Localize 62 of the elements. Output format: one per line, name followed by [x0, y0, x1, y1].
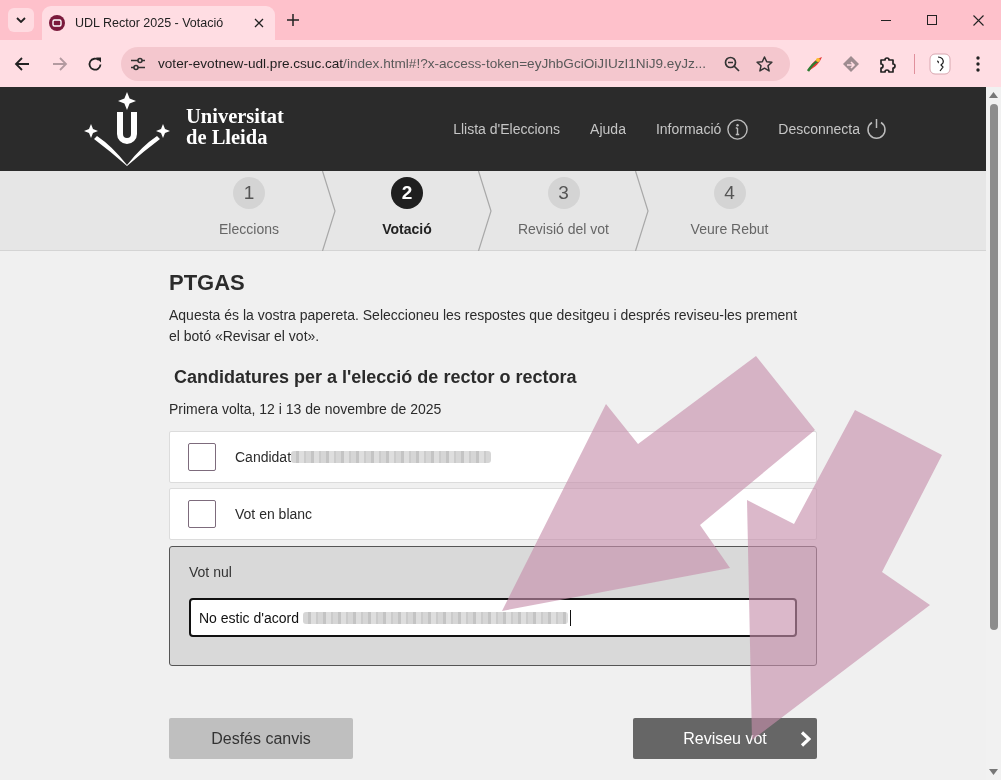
close-tab-icon[interactable]	[254, 18, 264, 28]
step-label: Votació	[382, 220, 432, 238]
step-number: 2	[391, 177, 423, 209]
logo-text: Universitat	[186, 106, 284, 127]
scrollbar-thumb[interactable]	[989, 104, 998, 630]
extensions-puzzle-icon[interactable]	[879, 54, 897, 73]
site-settings-icon[interactable]	[130, 56, 146, 71]
step-label: Revisió del vot	[517, 220, 609, 238]
nav-link[interactable]: Llista d'Eleccions	[453, 121, 561, 137]
new-tab-icon[interactable]	[287, 14, 299, 26]
maximize-icon[interactable]	[927, 15, 937, 25]
ballot-option[interactable]: Vot en blanc	[169, 488, 817, 540]
field-label: Vot nul	[189, 563, 233, 582]
step-number: 4	[713, 177, 746, 209]
favicon-icon	[49, 15, 65, 31]
text-caret	[569, 609, 571, 626]
round-text: Primera volta, 12 i 13 de novembre de 2025	[169, 400, 443, 419]
step-label: Veure Rebut	[690, 220, 769, 238]
tab-title: UDL Rector 2025 - Votació	[75, 16, 225, 30]
minimize-icon[interactable]	[881, 19, 891, 21]
reload-icon[interactable]	[87, 55, 103, 72]
option-label: Vot en blanc	[235, 506, 313, 522]
ballot-title: PTGAS	[169, 270, 246, 296]
text-input[interactable]: No estic d'acord	[189, 598, 797, 637]
menu-icon[interactable]	[976, 55, 980, 72]
undo-changes-button[interactable]: Desfés canvis	[169, 718, 353, 759]
chevron-down-icon	[16, 17, 26, 23]
tab-list-button[interactable]	[8, 8, 34, 32]
power-icon	[866, 118, 887, 140]
address-bar[interactable]: voter-evotnew-udl.pre.csuc.cat/index.html#!?x-access-token=eyJhbGciOiJIUzI1NiJ9.eyJz...	[121, 46, 790, 81]
nav-link[interactable]: Informació	[655, 118, 749, 140]
url-text: voter-evotnew-udl.pre.csuc.cat/index.html#!?x-access-token=eyJhbGciOiJIUzI1NiJ9.eyJz...	[158, 56, 708, 71]
close-icon[interactable]	[972, 14, 984, 26]
instructions-text: Aquesta és la vostra papereta. Seleccioneu les respostes que desitgeu i després reviseu-les prement el botó «Revisar el vot».	[169, 306, 799, 346]
zoom-icon[interactable]	[724, 55, 740, 72]
ballot-option[interactable]: Candidat	[169, 431, 817, 483]
nav-link[interactable]: Ajuda	[590, 121, 626, 137]
scroll-down-icon[interactable]	[989, 769, 998, 775]
question-heading: Candidatures per a l'elecció de rector o rectora	[173, 366, 578, 389]
review-vote-button[interactable]: Reviseu vot	[633, 718, 817, 759]
logo-text: de Lleida	[186, 127, 269, 148]
info-icon	[727, 118, 749, 140]
scroll-up-icon[interactable]	[989, 92, 998, 98]
extension-icon[interactable]	[806, 54, 824, 73]
step-number: 3	[547, 177, 580, 209]
checkbox[interactable]	[188, 500, 216, 528]
option-label: Candidat	[235, 449, 292, 465]
chevron-divider-icon	[635, 171, 649, 251]
browser-tab[interactable]: UDL Rector 2025 - Votació	[42, 6, 275, 40]
chevron-divider-icon	[478, 171, 492, 251]
bookmark-star-icon[interactable]	[756, 55, 773, 72]
profile-icon[interactable]	[929, 52, 951, 75]
back-icon[interactable]	[14, 55, 30, 72]
nav-link[interactable]: Desconnecta	[778, 118, 887, 140]
chevron-divider-icon	[322, 171, 336, 251]
step-number: 1	[233, 177, 265, 209]
scrollbar-track[interactable]	[986, 87, 1001, 780]
university-emblem-icon	[83, 92, 171, 166]
chevron-right-icon	[800, 731, 811, 747]
checkbox[interactable]	[188, 443, 216, 471]
step-label: Eleccions	[219, 220, 279, 238]
diamond-arrow-icon[interactable]	[842, 54, 860, 73]
